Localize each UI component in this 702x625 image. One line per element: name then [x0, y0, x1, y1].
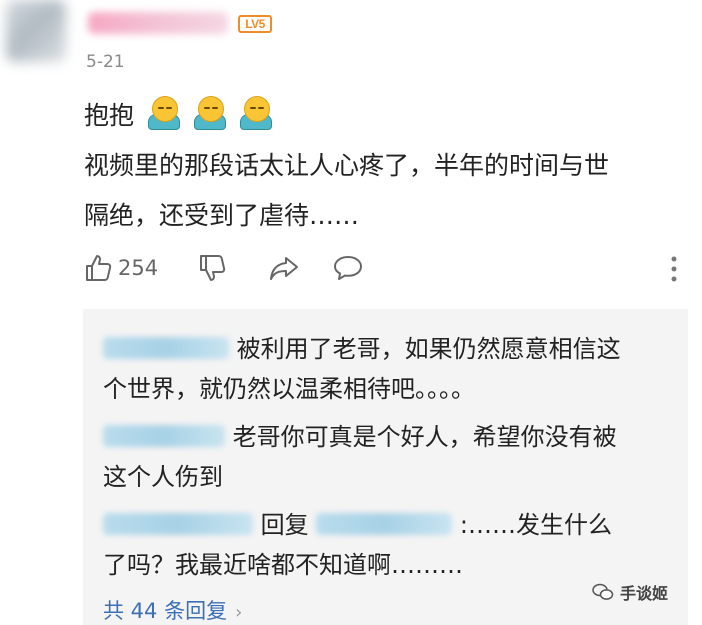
reply-text: 被利用了老哥，如果仍然愿意相信这 [236, 335, 621, 363]
like-count: 254 [118, 256, 159, 280]
watermark: 手谈姬 [592, 580, 668, 604]
comment-date: 5-21 [86, 52, 125, 72]
level-badge: LV5 [238, 15, 272, 33]
user-avatar[interactable] [6, 0, 66, 62]
view-all-replies-link[interactable]: 共 44 条回复 › [103, 595, 242, 625]
watermark-text: 手谈姬 [620, 584, 669, 603]
comment-text-line-3: 隔绝，还受到了虐待…… [84, 201, 360, 230]
reply-target-redacted[interactable] [316, 513, 453, 535]
reply-to-label: 回复 [260, 511, 309, 539]
reply-button[interactable] [332, 253, 364, 283]
reply-text: 老哥你可真是个好人，希望你没有被 [232, 423, 617, 451]
share-button[interactable] [268, 253, 300, 283]
reply-text: 个世界，就仍然以温柔相待吧。。。。 [103, 375, 475, 403]
chevron-right-icon: › [235, 602, 243, 623]
reply-text: 了吗？我最近啥都不知道啊……… [103, 551, 463, 579]
like-button[interactable]: 254 [84, 253, 158, 283]
comment-action-bar: 254 [80, 253, 690, 289]
comment-text-line-2: 视频里的那段话太让人心疼了，半年的时间与世 [84, 151, 610, 180]
username-redacted[interactable] [88, 12, 228, 34]
hug-emoji-icon [239, 96, 272, 130]
comment-text-line-1: 抱抱 [84, 96, 272, 132]
comment-text-hug: 抱抱 [84, 101, 135, 130]
thumbs-up-icon [86, 255, 112, 281]
thumbs-down-icon [200, 255, 226, 281]
share-icon [270, 257, 298, 280]
reply-text: :……发生什么 [459, 511, 613, 539]
reply-author-redacted[interactable] [103, 337, 229, 359]
hug-emoji-icon [147, 96, 180, 130]
hug-emoji-icon [193, 96, 226, 130]
more-vertical-icon [671, 256, 677, 282]
reply-item[interactable]: 被利用了老哥，如果仍然愿意相信这 个世界，就仍然以温柔相待吧。。。。 [103, 329, 673, 409]
wechat-icon [592, 583, 614, 600]
reply-item[interactable]: 老哥你可真是个好人，希望你没有被 这个人伤到 [103, 417, 673, 497]
replies-panel: 被利用了老哥，如果仍然愿意相信这 个世界，就仍然以温柔相待吧。。。。 老哥你可真… [83, 309, 688, 625]
view-all-replies-label: 共 44 条回复 [103, 599, 228, 623]
reply-text: 这个人伤到 [103, 463, 223, 491]
reply-author-redacted[interactable] [103, 513, 253, 535]
reply-author-redacted[interactable] [103, 425, 225, 447]
dislike-button[interactable] [198, 253, 228, 283]
reply-item[interactable]: 回复 :……发生什么 了吗？我最近啥都不知道啊……… [103, 505, 673, 585]
comment-bubble-icon [334, 256, 362, 280]
more-options-button[interactable] [668, 255, 680, 283]
